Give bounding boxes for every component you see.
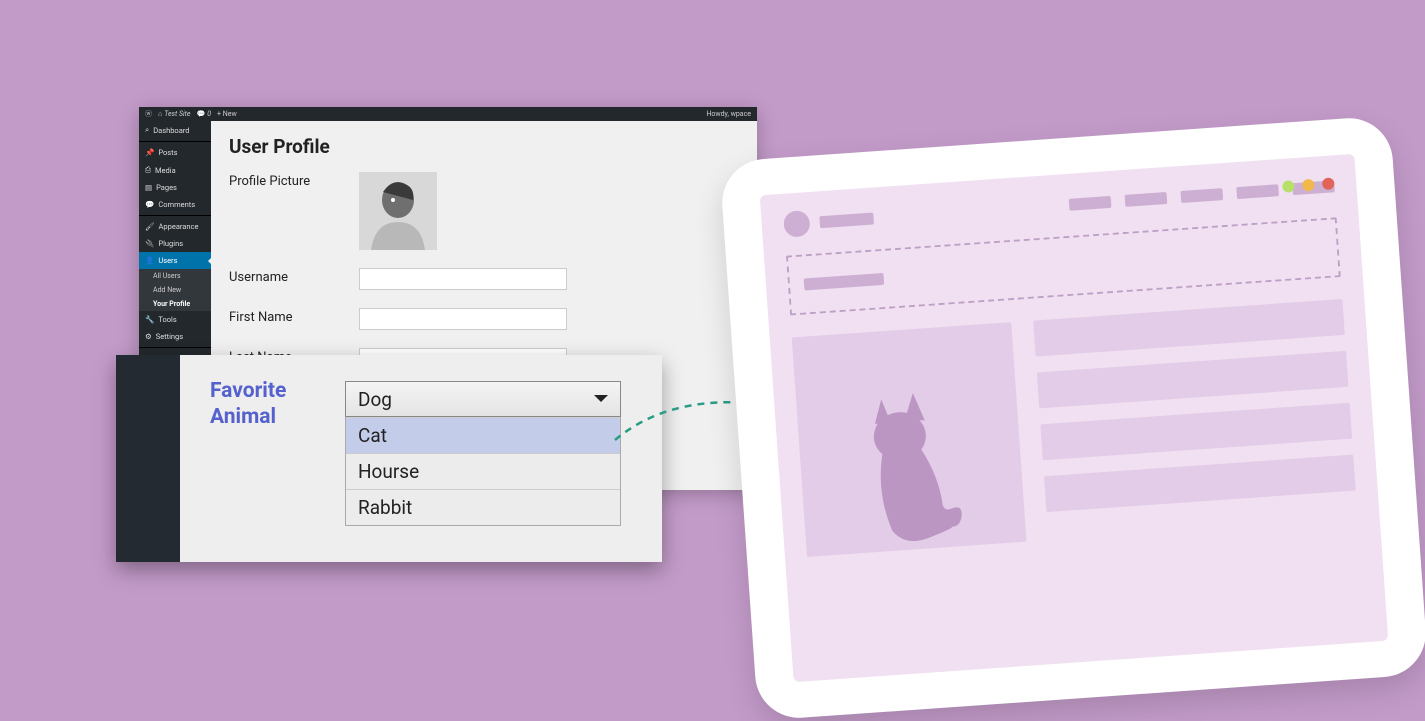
avatar-icon — [363, 172, 433, 250]
sub-all-users[interactable]: All Users — [139, 269, 211, 283]
new-button[interactable]: + New — [217, 110, 237, 118]
media-icon: ⎙ — [145, 165, 151, 175]
sub-your-profile[interactable]: Your Profile — [139, 297, 211, 311]
hero-placeholder — [786, 217, 1341, 315]
sidebar-item-tools[interactable]: 🔧Tools — [139, 311, 211, 328]
sidebar-item-pages[interactable]: ▤Pages — [139, 179, 211, 196]
list-item — [1040, 403, 1352, 461]
select-value: Dog — [358, 388, 392, 411]
cat-icon — [850, 376, 972, 553]
sidebar-item-posts[interactable]: 📌Posts — [139, 144, 211, 161]
firstname-field[interactable] — [359, 308, 567, 330]
sidebar-sep — [139, 141, 211, 142]
site-switcher[interactable]: ⌂ Test Site — [158, 110, 191, 118]
comments-indicator[interactable]: 💬 0 — [197, 110, 212, 118]
wp-logo-icon[interactable]: ⓦ — [145, 109, 152, 119]
tools-icon: 🔧 — [145, 315, 154, 324]
page-icon: ▤ — [145, 183, 152, 192]
sidebar-sep — [139, 215, 211, 216]
tablet-mockup — [719, 115, 1425, 721]
avatar[interactable] — [359, 172, 437, 250]
comment-icon: 💬 — [145, 200, 154, 209]
plugin-icon: 🔌 — [145, 239, 154, 248]
sidebar-item-comments[interactable]: 💬Comments — [139, 196, 211, 213]
users-icon: 👤 — [145, 256, 154, 265]
sidebar-item-plugins[interactable]: 🔌Plugins — [139, 235, 211, 252]
page-title: User Profile — [229, 135, 739, 158]
wp-topbar: ⓦ ⌂ Test Site 💬 0 + New Howdy, wpace — [139, 107, 757, 121]
list-item — [1044, 455, 1356, 513]
tablet-screen — [760, 154, 1389, 682]
howdy-label[interactable]: Howdy, wpace — [706, 110, 751, 118]
pin-icon: 📌 — [145, 148, 154, 157]
appearance-icon: 🖌 — [145, 222, 155, 231]
favorite-animal-select[interactable]: Dog Cat Hourse Rabbit — [345, 381, 621, 526]
sidebar-item-appearance[interactable]: 🖌Appearance — [139, 218, 211, 235]
sidebar-item-dashboard[interactable]: ⌕Dashboard — [139, 121, 211, 139]
select-selected[interactable]: Dog — [345, 381, 621, 417]
site-title-placeholder — [819, 213, 874, 229]
label-profile-picture: Profile Picture — [229, 172, 359, 189]
sidebar-item-users[interactable]: 👤Users — [139, 252, 211, 269]
list-item — [1037, 351, 1349, 409]
option-rabbit[interactable]: Rabbit — [346, 489, 620, 525]
list-item — [1033, 299, 1345, 357]
profile-card — [792, 322, 1027, 557]
dashboard-icon: ⌕ — [145, 125, 149, 135]
sidebar-item-settings[interactable]: ⚙Settings — [139, 328, 211, 345]
label-username: Username — [229, 268, 359, 285]
select-options: Cat Hourse Rabbit — [345, 417, 621, 526]
chevron-down-icon — [594, 395, 608, 409]
sub-add-new[interactable]: Add New — [139, 283, 211, 297]
sidebar-sep — [139, 347, 211, 348]
side-list — [1033, 299, 1358, 540]
label-first-name: First Name — [229, 308, 359, 325]
favorite-animal-label: FavoriteAnimal — [210, 378, 286, 431]
username-field[interactable] — [359, 268, 567, 290]
sidebar-item-media[interactable]: ⎙Media — [139, 161, 211, 179]
settings-icon: ⚙ — [145, 332, 152, 341]
option-cat[interactable]: Cat — [346, 417, 620, 453]
option-hourse[interactable]: Hourse — [346, 453, 620, 489]
users-submenu: All Users Add New Your Profile — [139, 269, 211, 311]
site-logo-placeholder — [783, 210, 811, 238]
